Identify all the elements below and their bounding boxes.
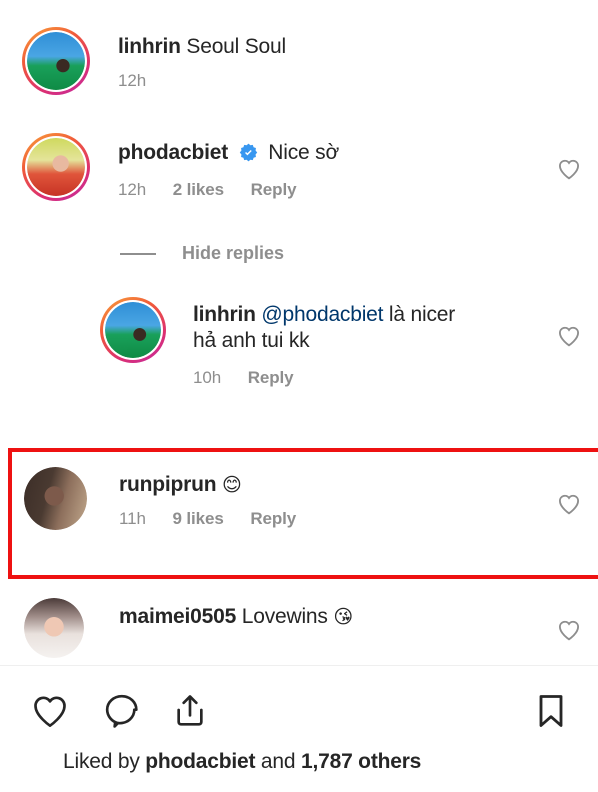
comment-item: linhrin Seoul Soul 12h: [22, 27, 542, 95]
comment-likes-count[interactable]: 2 likes: [173, 180, 224, 199]
liked-by-avatar[interactable]: [26, 749, 52, 775]
comment-body-text: Lovewins: [241, 605, 328, 628]
comment-text: maimei0505 Lovewins 😘: [119, 604, 504, 630]
liked-by-middle: and: [255, 750, 301, 773]
liked-by-row[interactable]: Liked by phodacbiet and 1,787 others: [26, 749, 421, 775]
avatar-phodacbiet[interactable]: [22, 133, 90, 201]
comment-mention-link[interactable]: @phodacbiet: [261, 303, 383, 326]
comment-timestamp: 12h: [118, 180, 147, 199]
comment-username[interactable]: linhrin: [118, 35, 181, 58]
avatar-linhrin[interactable]: [100, 297, 166, 363]
heart-outline-icon[interactable]: [556, 323, 582, 349]
smiling-face-emoji: 😊: [222, 474, 242, 496]
comment-meta: 11h 9 likes Reply: [119, 509, 504, 529]
comment-item: maimei0505 Lovewins 😘: [24, 598, 504, 658]
liked-by-text: Liked by phodacbiet and 1,787 others: [63, 750, 421, 774]
comment-meta: 10h Reply: [193, 368, 530, 388]
comment-button[interactable]: [98, 689, 142, 733]
comment-item: phodacbiet Nice sờ 12h 2 likes Reply: [22, 133, 522, 201]
verified-badge-icon: [239, 143, 258, 169]
liked-by-prefix: Liked by: [63, 750, 146, 773]
comment-body-text: Seoul Soul: [186, 35, 286, 58]
hide-replies-label[interactable]: Hide replies: [182, 243, 284, 264]
avatar-linhrin[interactable]: [22, 27, 90, 95]
section-divider: [0, 665, 598, 666]
comment-reply-button[interactable]: Reply: [250, 509, 296, 528]
comment-body-text: là nicer: [383, 303, 456, 326]
comment-reply-button[interactable]: Reply: [251, 180, 297, 199]
avatar-runpiprun[interactable]: [24, 467, 87, 530]
comment-timestamp: 11h: [119, 509, 146, 528]
liked-by-username[interactable]: phodacbiet: [145, 750, 255, 773]
comment-reply-button[interactable]: Reply: [248, 368, 294, 387]
comment-meta: 12h: [118, 71, 542, 91]
comment-text: linhrin Seoul Soul: [118, 34, 542, 60]
avatar-maimei0505[interactable]: [24, 598, 84, 658]
heart-outline-icon[interactable]: [556, 156, 582, 182]
hide-replies-toggle[interactable]: Hide replies: [120, 243, 284, 264]
kissing-face-emoji: 😘: [333, 606, 353, 628]
heart-outline-icon[interactable]: [556, 491, 582, 517]
comment-username[interactable]: runpiprun: [119, 473, 217, 496]
comment-text: runpiprun 😊: [119, 472, 504, 498]
comment-text-line2: hả anh tui kk: [193, 329, 310, 352]
comment-username[interactable]: phodacbiet: [118, 141, 228, 164]
heart-outline-icon[interactable]: [556, 617, 582, 643]
save-button[interactable]: [529, 689, 573, 733]
comment-username[interactable]: linhrin: [193, 303, 256, 326]
comment-text: phodacbiet Nice sờ: [118, 140, 522, 169]
hide-replies-dash-icon: [120, 252, 156, 255]
comment-text: linhrin @phodacbiet là nicer: [193, 302, 530, 328]
comment-likes-count[interactable]: 9 likes: [172, 509, 223, 528]
comment-timestamp: 10h: [193, 368, 222, 387]
comment-meta: 12h 2 likes Reply: [118, 180, 522, 200]
like-button[interactable]: [28, 689, 72, 733]
comment-item-reply: linhrin @phodacbiet là nicer hả anh tui …: [100, 297, 530, 388]
instagram-comments-screen: linhrin Seoul Soul 12h phodacbiet Nice s…: [0, 0, 598, 792]
liked-by-count[interactable]: 1,787 others: [301, 750, 421, 773]
comment-username[interactable]: maimei0505: [119, 605, 236, 628]
comment-body-text: Nice sờ: [268, 141, 340, 164]
comment-item: runpiprun 😊 11h 9 likes Reply: [24, 467, 504, 530]
comment-timestamp: 12h: [118, 71, 147, 90]
post-action-bar: [0, 683, 598, 738]
share-button[interactable]: [168, 689, 212, 733]
